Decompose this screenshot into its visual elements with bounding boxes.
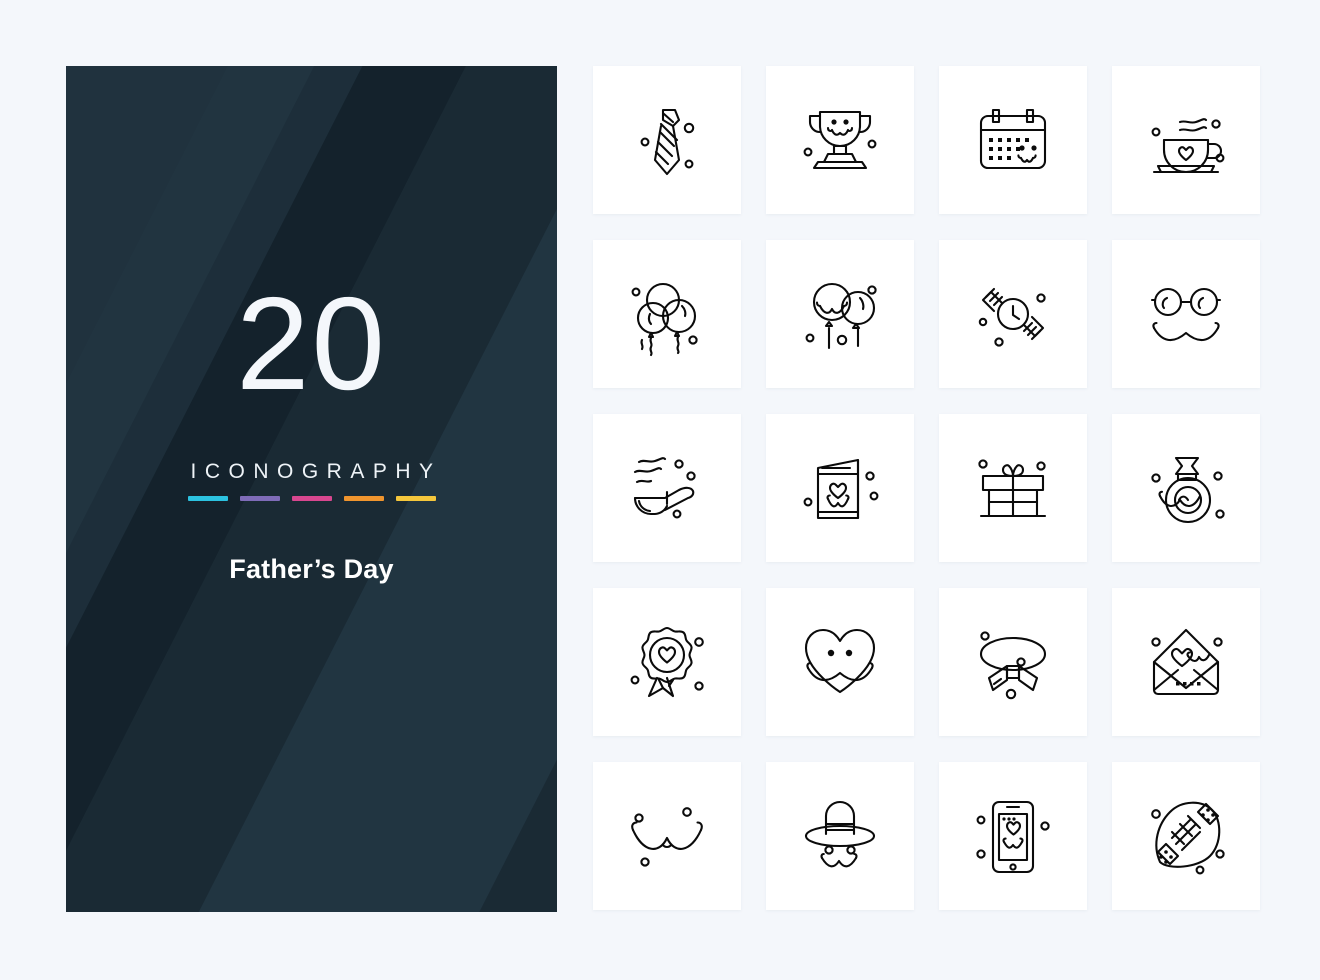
icon-card-envelope-heart[interactable]: [1112, 588, 1260, 736]
balloons-icon: [631, 282, 698, 357]
accent-bar-purple: [239, 496, 280, 501]
greeting-card-icon: [803, 458, 879, 520]
icon-card-balloons[interactable]: [593, 240, 741, 388]
trophy-mustache-icon: [803, 110, 877, 170]
bow-tie-icon: [979, 631, 1047, 700]
mustache-icon: [631, 807, 703, 867]
cover-panel: 20 ICONOGRAPHY Father’s Day: [66, 66, 557, 912]
envelope-heart-icon: [1151, 628, 1223, 696]
accent-bar-group: [187, 496, 436, 501]
award-badge-heart-icon: [630, 626, 704, 698]
icon-card-hat-mustache[interactable]: [766, 762, 914, 910]
icon-card-necktie[interactable]: [593, 66, 741, 214]
icon-card-money-bag[interactable]: [1112, 414, 1260, 562]
smoking-pipe-icon: [633, 457, 696, 519]
cover-title: Father’s Day: [229, 554, 394, 584]
icon-card-award-badge[interactable]: [593, 588, 741, 736]
icon-card-heart-mustache[interactable]: [766, 588, 914, 736]
heart-mustache-icon: [804, 628, 876, 694]
accent-bar-orange: [343, 496, 384, 501]
icon-card-glasses-mustache[interactable]: [1112, 240, 1260, 388]
hat-mustache-icon: [804, 801, 876, 868]
poster-page: 20 ICONOGRAPHY Father’s Day: [0, 0, 1320, 980]
accent-bar-cyan: [187, 496, 228, 501]
icon-grid: [593, 66, 1261, 910]
icon-card-football[interactable]: [1112, 762, 1260, 910]
icon-card-mustache[interactable]: [593, 762, 741, 910]
icon-card-greeting-card[interactable]: [766, 414, 914, 562]
icon-card-coffee-heart[interactable]: [1112, 66, 1260, 214]
icon-count: 20: [236, 270, 387, 417]
coffee-cup-heart-icon: [1151, 118, 1225, 174]
icon-card-smartphone-heart[interactable]: [939, 762, 1087, 910]
icon-card-bow-tie[interactable]: [939, 588, 1087, 736]
smartphone-heart-icon: [976, 800, 1050, 874]
football-icon: [1151, 801, 1225, 875]
balloon-mustache-icon: [805, 282, 877, 350]
wristwatch-icon: [978, 287, 1046, 347]
calendar-mustache-icon: [979, 108, 1047, 170]
necktie-icon: [640, 108, 695, 176]
icon-card-balloon-mustache[interactable]: [766, 240, 914, 388]
accent-bar-yellow: [395, 496, 436, 501]
icon-card-gift-box[interactable]: [939, 414, 1087, 562]
icon-card-calendar-mustache[interactable]: [939, 66, 1087, 214]
money-bag-mustache-icon: [1151, 456, 1225, 524]
gift-box-icon: [978, 459, 1047, 518]
glasses-mustache-icon: [1150, 287, 1222, 341]
icon-card-smoking-pipe[interactable]: [593, 414, 741, 562]
cover-subtitle: ICONOGRAPHY: [190, 460, 442, 483]
icon-card-wristwatch[interactable]: [939, 240, 1087, 388]
accent-bar-pink: [291, 496, 332, 501]
icon-card-trophy-mustache[interactable]: [766, 66, 914, 214]
